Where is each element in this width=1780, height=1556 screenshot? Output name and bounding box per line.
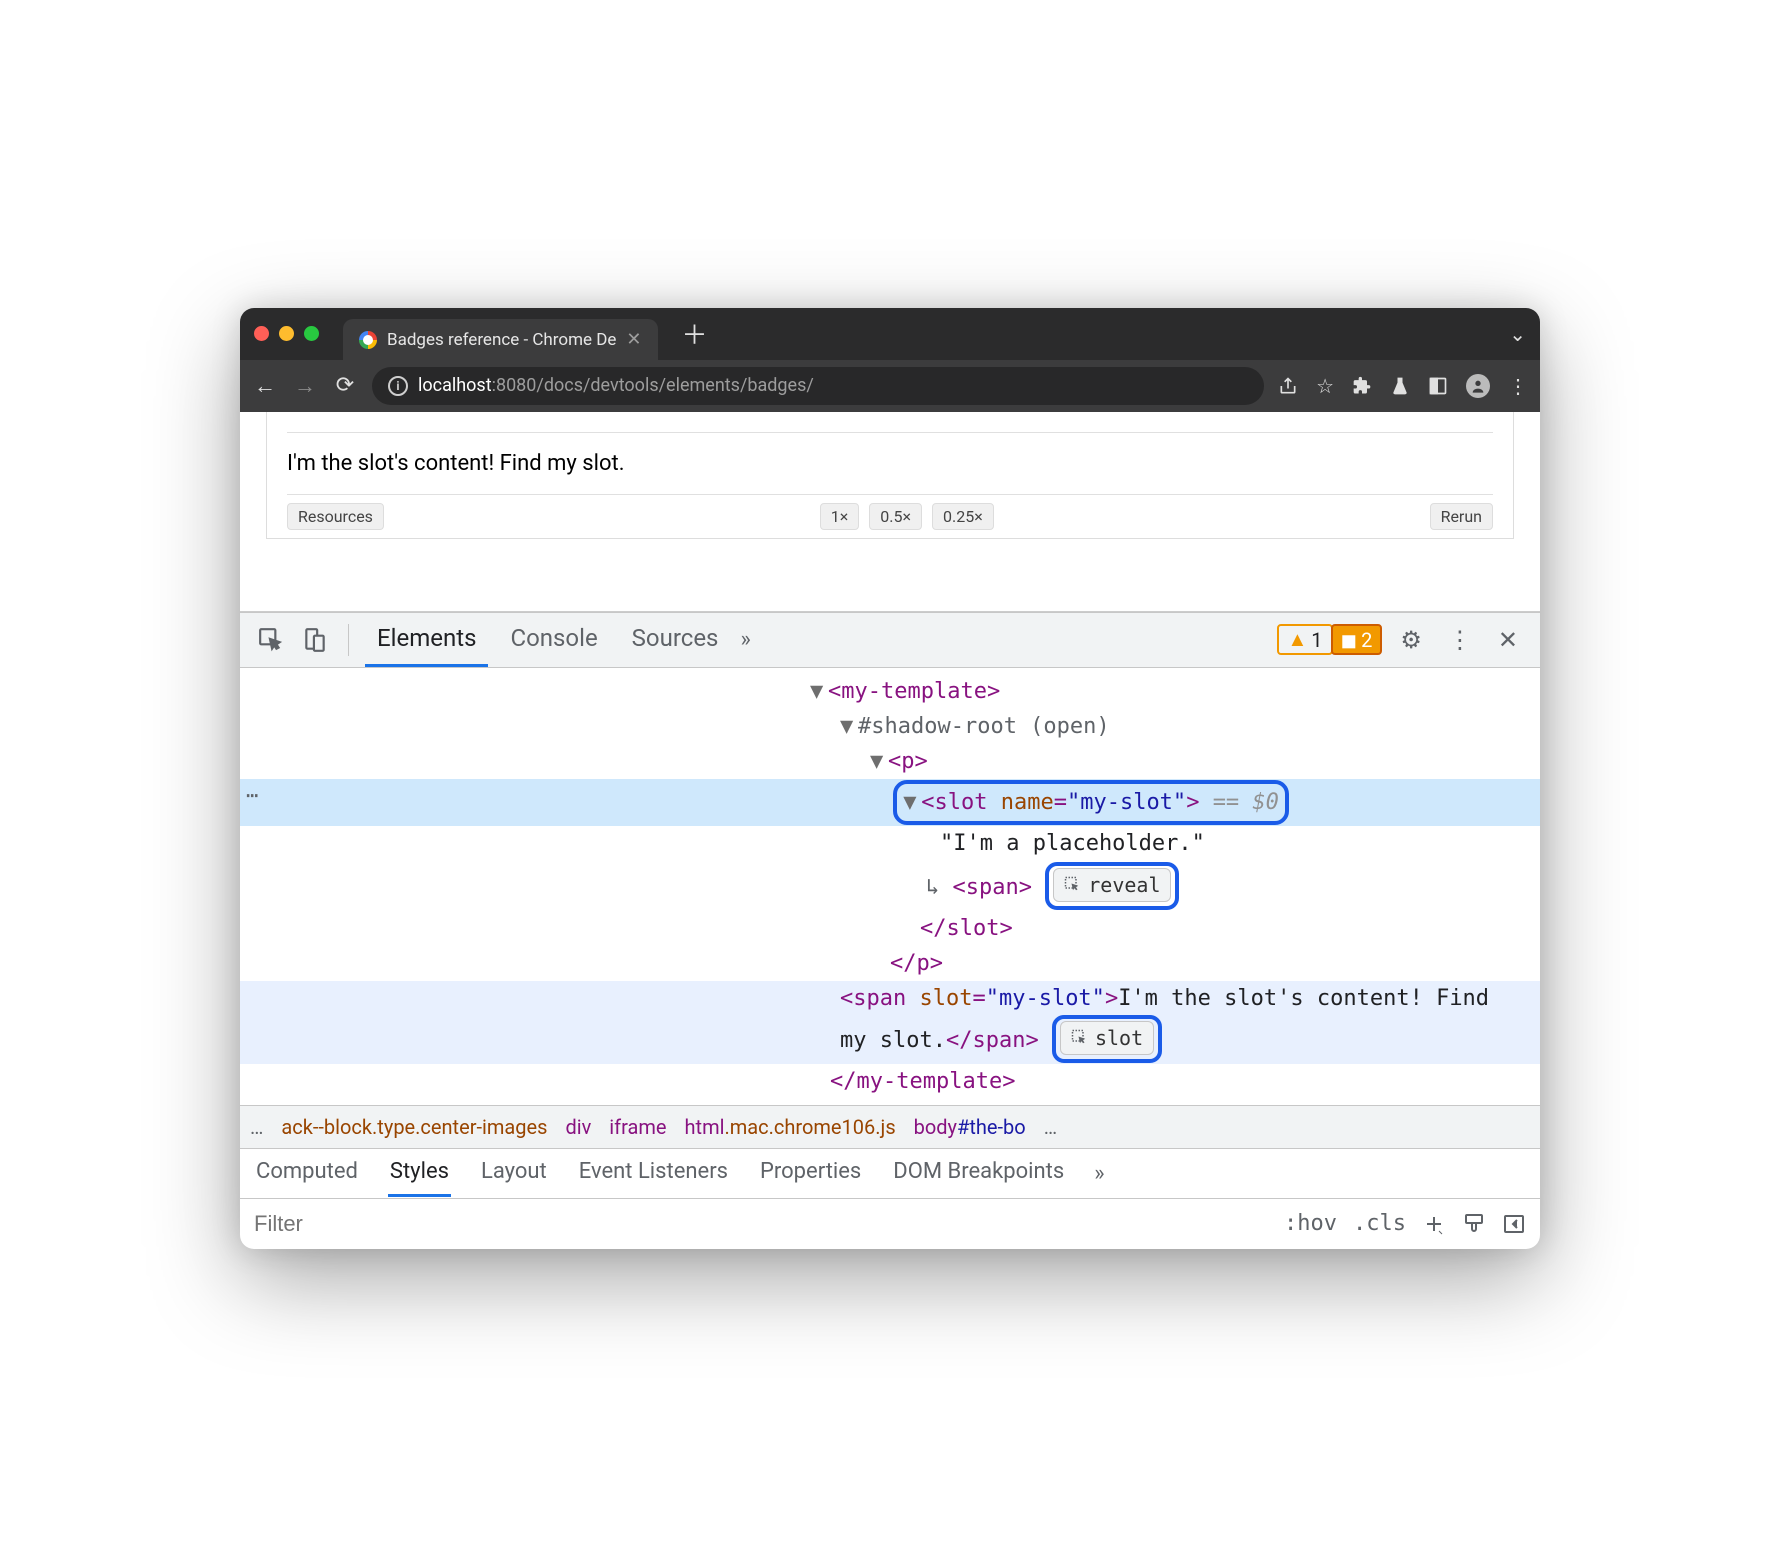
tab-sources[interactable]: Sources (620, 612, 731, 667)
crumb-ellipsis-right[interactable]: … (1044, 1115, 1057, 1139)
dom-node-p-close[interactable]: </p> (240, 946, 1540, 981)
dom-node-span-reveal[interactable]: ↳ <span> reveal (240, 861, 1540, 911)
browser-window: Badges reference - Chrome De ✕ ＋ ⌄ ← → ⟳… (240, 308, 1540, 1249)
error-square-icon: ◼ (1341, 628, 1358, 652)
new-tab-button[interactable]: ＋ (682, 315, 708, 352)
selected-line-ellipsis-icon[interactable]: ⋯ (246, 780, 258, 810)
highlighted-slot-element: ▼<slot name="my-slot"> == $0 (893, 780, 1289, 825)
share-icon[interactable] (1278, 376, 1298, 396)
dom-tree: ▼<my-template> ▼#shadow-root (open) ▼<p>… (240, 668, 1540, 1105)
subtab-event-listeners[interactable]: Event Listeners (577, 1149, 730, 1197)
devtools-menu-kebab-icon[interactable]: ⋮ (1440, 626, 1480, 654)
devtools-panel-icon[interactable] (1428, 376, 1448, 396)
crumb-1[interactable]: ack--block.type.center-images (281, 1115, 547, 1139)
crumb-3[interactable]: iframe (609, 1115, 666, 1139)
url-path: /docs/devtools/elements/badges/ (536, 375, 813, 396)
dom-node-placeholder-text[interactable]: "I'm a placeholder." (240, 826, 1540, 861)
site-info-icon[interactable]: i (388, 376, 408, 396)
subtab-computed[interactable]: Computed (254, 1149, 360, 1197)
warnings-badge[interactable]: ▲1 (1277, 624, 1332, 655)
close-tab-icon[interactable]: ✕ (626, 329, 641, 350)
crumb-5[interactable]: body#the-bo (914, 1115, 1026, 1139)
dom-breadcrumbs: … ack--block.type.center-images div ifra… (240, 1105, 1540, 1149)
demo-text: I'm the slot's content! Find my slot. (287, 433, 1493, 494)
dom-node-slot-open[interactable]: ⋯ ▼<slot name="my-slot"> == $0 (240, 779, 1540, 826)
inspect-element-icon[interactable] (254, 623, 288, 657)
resources-button[interactable]: Resources (287, 503, 384, 530)
traffic-lights (254, 326, 319, 341)
minimize-window-button[interactable] (279, 326, 294, 341)
reveal-arrow-icon: ↳ (926, 875, 939, 900)
profile-avatar-icon[interactable] (1466, 374, 1490, 398)
url-bar: ← → ⟳ i localhost:8080/docs/devtools/ele… (240, 360, 1540, 412)
browser-menu-kebab-icon[interactable]: ⋮ (1508, 374, 1528, 398)
close-devtools-icon[interactable]: ✕ (1490, 626, 1526, 654)
dom-node-slot-close[interactable]: </slot> (240, 911, 1540, 946)
tab-elements[interactable]: Elements (365, 612, 488, 667)
settings-gear-icon[interactable]: ⚙ (1392, 626, 1430, 654)
subtab-styles[interactable]: Styles (388, 1149, 451, 1197)
labs-flask-icon[interactable] (1390, 376, 1410, 396)
dom-node-my-template-open[interactable]: ▼<my-template> (240, 674, 1540, 709)
forward-button[interactable]: → (292, 373, 318, 399)
titlebar: Badges reference - Chrome De ✕ ＋ ⌄ (240, 308, 1540, 360)
dom-node-shadow-root[interactable]: ▼#shadow-root (open) (240, 709, 1540, 744)
crumb-4[interactable]: html.mac.chrome106.js (685, 1115, 896, 1139)
url-port: :8080 (492, 375, 537, 396)
page-content: I'm the slot's content! Find my slot. Re… (240, 412, 1540, 612)
maximize-window-button[interactable] (304, 326, 319, 341)
subtab-properties[interactable]: Properties (758, 1149, 863, 1197)
crumb-2[interactable]: div (565, 1115, 591, 1139)
subtab-layout[interactable]: Layout (479, 1149, 549, 1197)
demo-card: I'm the slot's content! Find my slot. Re… (266, 412, 1514, 539)
new-style-rule-plus-icon[interactable] (1422, 1212, 1446, 1236)
back-button[interactable]: ← (252, 373, 278, 399)
dom-node-my-template-close[interactable]: </my-template> (240, 1064, 1540, 1099)
url-host: localhost (418, 375, 492, 396)
devtools-header: Elements Console Sources » ▲1 ◼2 ⚙ ⋮ ✕ (240, 612, 1540, 668)
reload-button[interactable]: ⟳ (332, 373, 358, 398)
window-menu-chevron-icon[interactable]: ⌄ (1509, 322, 1526, 346)
slot-badge[interactable]: slot (1060, 1021, 1154, 1055)
paint-brush-icon[interactable] (1462, 1212, 1486, 1236)
slot-badge-highlight: slot (1052, 1015, 1162, 1063)
zoom-05x-button[interactable]: 0.5× (869, 503, 922, 530)
toolbar-icons: ☆ ⋮ (1278, 374, 1528, 398)
zoom-1x-button[interactable]: 1× (820, 503, 860, 530)
cls-toggle[interactable]: .cls (1353, 1211, 1406, 1236)
dom-node-p-open[interactable]: ▼<p> (240, 744, 1540, 779)
errors-badge[interactable]: ◼2 (1331, 624, 1383, 655)
more-tabs-chevron-icon[interactable]: » (740, 627, 750, 652)
hov-toggle[interactable]: :hov (1284, 1211, 1337, 1236)
dom-node-span-slotted[interactable]: <span slot="my-slot">I'm the slot's cont… (240, 981, 1540, 1064)
panel-toggle-icon[interactable] (1502, 1212, 1526, 1236)
warning-triangle-icon: ▲ (1287, 627, 1307, 652)
close-window-button[interactable] (254, 326, 269, 341)
crumb-ellipsis-left[interactable]: … (250, 1115, 263, 1139)
chrome-favicon-icon (359, 331, 377, 349)
extensions-icon[interactable] (1352, 376, 1372, 396)
reveal-badge-highlight: reveal (1045, 862, 1179, 910)
reveal-badge[interactable]: reveal (1053, 868, 1171, 902)
device-toggle-icon[interactable] (298, 623, 332, 657)
styles-subtabs: Computed Styles Layout Event Listeners P… (240, 1149, 1540, 1199)
subtab-dom-breakpoints[interactable]: DOM Breakpoints (891, 1149, 1066, 1197)
styles-filter-row: :hov .cls (240, 1199, 1540, 1249)
bookmark-star-icon[interactable]: ☆ (1316, 374, 1334, 398)
more-subtabs-chevron-icon[interactable]: » (1094, 1161, 1104, 1186)
zoom-025x-button[interactable]: 0.25× (932, 503, 994, 530)
browser-tab[interactable]: Badges reference - Chrome De ✕ (343, 319, 658, 360)
tab-console[interactable]: Console (498, 612, 609, 667)
rerun-button[interactable]: Rerun (1430, 503, 1493, 530)
demo-footer: Resources 1× 0.5× 0.25× Rerun (287, 494, 1493, 538)
address-bar[interactable]: i localhost:8080/docs/devtools/elements/… (372, 367, 1264, 405)
tab-title: Badges reference - Chrome De (387, 330, 616, 350)
styles-filter-input[interactable] (254, 1211, 1268, 1237)
